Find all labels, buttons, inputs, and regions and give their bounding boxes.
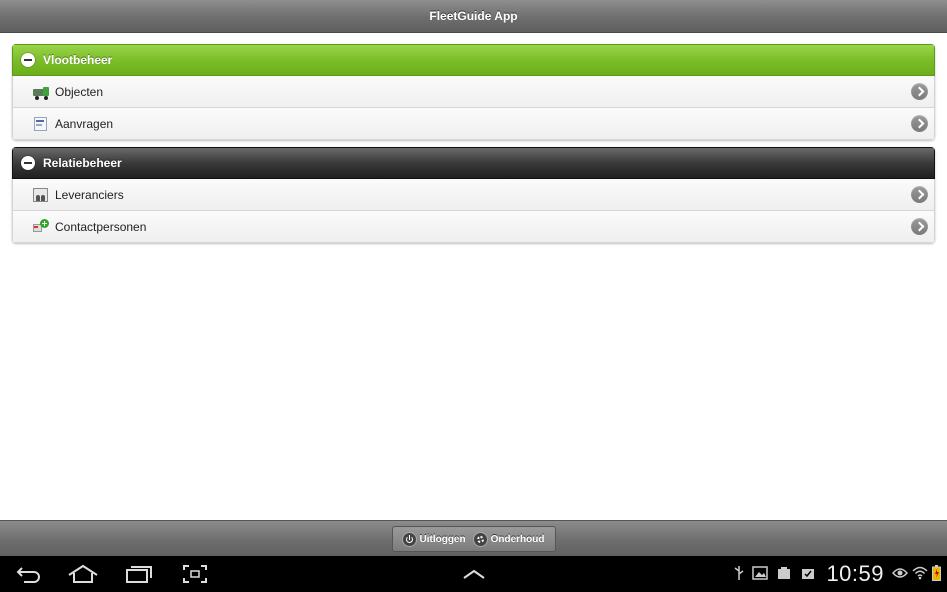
gallery-icon xyxy=(752,565,769,583)
menu-item-leveranciers[interactable]: Leveranciers xyxy=(12,179,935,211)
collapse-icon[interactable] xyxy=(21,156,35,170)
eye-icon xyxy=(892,566,908,582)
group-header-relatiebeheer[interactable]: Relatiebeheer xyxy=(12,147,935,179)
chevron-right-icon[interactable] xyxy=(911,83,928,100)
app-title-bar: FleetGuide App xyxy=(0,0,947,33)
truck-icon xyxy=(33,84,49,100)
chevron-right-icon[interactable] xyxy=(911,186,928,203)
bottom-toolbar: Uitloggen Onderhoud xyxy=(0,520,947,557)
gear-icon xyxy=(473,532,487,546)
group-header-vlootbeheer[interactable]: Vlootbeheer xyxy=(12,44,935,76)
menu-list: Vlootbeheer Objecten Aanvragen Relatiebe… xyxy=(12,44,935,250)
status-clock: 10:59 xyxy=(826,561,884,586)
wifi-icon xyxy=(912,566,928,583)
chevron-up-icon[interactable] xyxy=(460,556,488,592)
group-vlootbeheer: Vlootbeheer Objecten Aanvragen xyxy=(12,44,935,140)
group-relatiebeheer: Relatiebeheer Leveranciers Contactperson… xyxy=(12,147,935,243)
document-icon xyxy=(33,116,49,132)
notification-icon xyxy=(800,566,816,583)
chevron-right-icon[interactable] xyxy=(911,115,928,132)
suppliers-icon xyxy=(33,187,49,203)
collapse-icon[interactable] xyxy=(21,53,35,67)
menu-item-aanvragen[interactable]: Aanvragen xyxy=(12,108,935,140)
menu-item-label: Contactpersonen xyxy=(55,219,147,234)
maintenance-label: Onderhoud xyxy=(490,533,545,545)
system-navigation-bar: 10:59 xyxy=(0,556,947,592)
chevron-right-icon[interactable] xyxy=(911,218,928,235)
menu-item-objecten[interactable]: Objecten xyxy=(12,76,935,108)
add-contact-icon xyxy=(33,218,49,235)
logout-label: Uitloggen xyxy=(419,533,466,545)
group-title: Relatiebeheer xyxy=(43,156,122,170)
usb-icon xyxy=(734,565,744,584)
menu-item-label: Aanvragen xyxy=(55,116,114,131)
status-area[interactable]: 10:59 xyxy=(726,556,941,592)
menu-item-contactpersonen[interactable]: Contactpersonen xyxy=(12,211,935,243)
power-icon xyxy=(402,532,416,546)
menu-item-label: Leveranciers xyxy=(55,187,124,202)
recent-apps-icon[interactable] xyxy=(124,556,154,592)
notification-icon xyxy=(776,566,792,583)
group-title: Vlootbeheer xyxy=(43,53,113,67)
back-icon[interactable] xyxy=(14,556,44,592)
app-title: FleetGuide App xyxy=(429,9,518,23)
toolbar-button-group: Uitloggen Onderhoud xyxy=(391,526,556,552)
logout-button[interactable]: Uitloggen xyxy=(399,532,470,546)
menu-item-label: Objecten xyxy=(55,84,104,99)
screenshot-icon[interactable] xyxy=(180,556,210,592)
maintenance-button[interactable]: Onderhoud xyxy=(470,532,549,546)
battery-icon xyxy=(932,564,941,584)
home-icon[interactable] xyxy=(66,556,100,592)
